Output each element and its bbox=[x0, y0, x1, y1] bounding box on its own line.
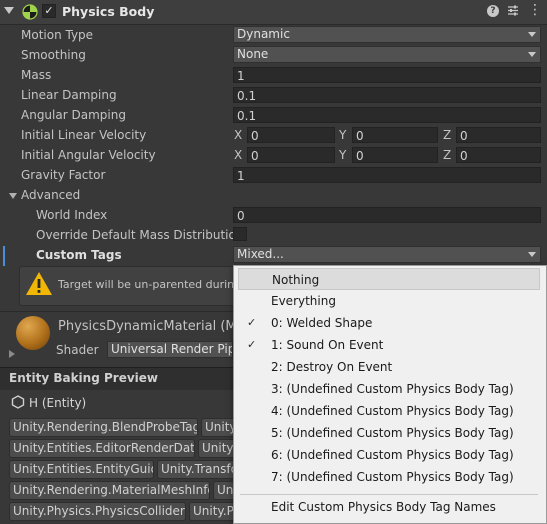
warning-text: Target will be un-parented during the bbox=[58, 278, 233, 291]
override-mass-label: Override Default Mass Distribution bbox=[36, 228, 244, 242]
smoothing-value: None bbox=[237, 47, 269, 61]
material-foldout-arrow-icon[interactable] bbox=[9, 350, 15, 358]
initial-angular-velocity-label: Initial Angular Velocity bbox=[21, 148, 156, 162]
component-tag[interactable]: Unity.Rendering.BlendProbeTag bbox=[9, 418, 198, 437]
override-mass-checkbox[interactable] bbox=[233, 227, 247, 241]
material-sphere-icon bbox=[16, 316, 50, 350]
initial-linear-velocity-label: Initial Linear Velocity bbox=[21, 128, 147, 142]
component-tag[interactable]: Unity.Entities.EditorRenderData bbox=[9, 439, 195, 458]
component-tag[interactable]: Unity.Entities.EntityGuid bbox=[9, 460, 154, 479]
linear-velocity-x-field[interactable]: 0 bbox=[247, 127, 335, 143]
component-tag[interactable]: Unity.Physics.PhysicsCollider bbox=[9, 502, 186, 521]
menu-item-edit-tag-names[interactable]: Edit Custom Physics Body Tag Names bbox=[234, 496, 544, 518]
component-title: Physics Body bbox=[62, 4, 155, 19]
angular-velocity-x-field[interactable]: 0 bbox=[247, 147, 335, 163]
context-menu-icon[interactable]: ⋮ bbox=[528, 3, 542, 17]
angular-velocity-z-field[interactable]: 0 bbox=[456, 147, 541, 163]
menu-item-nothing[interactable]: Nothing bbox=[238, 268, 540, 290]
menu-item-label: Everything bbox=[271, 294, 336, 308]
linear-damping-label: Linear Damping bbox=[21, 88, 117, 102]
menu-item-label: 1: Sound On Event bbox=[271, 338, 384, 352]
mass-field[interactable]: 1 bbox=[233, 67, 541, 83]
angular-velocity-y-field[interactable]: 0 bbox=[352, 147, 438, 163]
custom-tags-value: Mixed... bbox=[237, 247, 284, 261]
menu-item-label: 2: Destroy On Event bbox=[271, 360, 393, 374]
modified-indicator bbox=[3, 246, 5, 266]
warning-icon bbox=[25, 270, 53, 298]
component-tag[interactable]: Unity.Transfo bbox=[157, 460, 237, 479]
menu-item-label: 5: (Undefined Custom Physics Body Tag) bbox=[271, 426, 514, 440]
motion-type-label: Motion Type bbox=[21, 28, 94, 42]
linear-velocity-z-field[interactable]: 0 bbox=[456, 127, 541, 143]
menu-item-tag-5[interactable]: 5: (Undefined Custom Physics Body Tag) bbox=[234, 422, 544, 444]
menu-item-tag-0[interactable]: ✓ 0: Welded Shape bbox=[234, 312, 544, 334]
chevron-down-icon bbox=[528, 52, 536, 57]
component-tag[interactable]: Unity bbox=[201, 418, 237, 437]
component-tag[interactable]: Unity.P bbox=[189, 502, 237, 521]
chevron-down-icon bbox=[528, 252, 536, 257]
physics-body-icon bbox=[22, 4, 38, 20]
foldout-arrow-icon[interactable] bbox=[4, 7, 14, 14]
material-name: PhysicsDynamicMaterial (Ma bbox=[58, 319, 233, 334]
advanced-foldout-arrow-icon[interactable] bbox=[9, 193, 17, 199]
angular-damping-field[interactable]: 0.1 bbox=[233, 107, 541, 123]
preset-settings-icon[interactable] bbox=[507, 4, 519, 17]
smoothing-dropdown[interactable]: None bbox=[233, 46, 541, 63]
linear-damping-field[interactable]: 0.1 bbox=[233, 87, 541, 103]
menu-item-everything[interactable]: Everything bbox=[234, 290, 544, 312]
menu-item-tag-3[interactable]: 3: (Undefined Custom Physics Body Tag) bbox=[234, 378, 544, 400]
help-icon[interactable]: ? bbox=[487, 5, 499, 17]
entity-label: H (Entity) bbox=[29, 396, 87, 410]
x-axis-label: X bbox=[234, 128, 243, 142]
baking-preview-title: Entity Baking Preview bbox=[9, 371, 158, 385]
mass-label: Mass bbox=[21, 68, 52, 82]
component-tag[interactable]: Unity.Rendering.MaterialMeshInfo bbox=[9, 481, 210, 500]
entity-icon bbox=[11, 395, 25, 409]
menu-item-tag-6[interactable]: 6: (Undefined Custom Physics Body Tag) bbox=[234, 444, 544, 466]
angular-damping-label: Angular Damping bbox=[21, 108, 126, 122]
menu-item-tag-4[interactable]: 4: (Undefined Custom Physics Body Tag) bbox=[234, 400, 544, 422]
shader-label: Shader bbox=[56, 343, 99, 357]
menu-item-tag-7[interactable]: 7: (Undefined Custom Physics Body Tag) bbox=[234, 466, 544, 488]
advanced-foldout-label[interactable]: Advanced bbox=[21, 188, 80, 202]
world-index-field[interactable]: 0 bbox=[233, 207, 541, 223]
menu-item-label: Edit Custom Physics Body Tag Names bbox=[271, 500, 496, 514]
menu-item-label: 4: (Undefined Custom Physics Body Tag) bbox=[271, 404, 514, 418]
menu-item-label: Nothing bbox=[272, 273, 320, 287]
menu-separator bbox=[240, 494, 538, 495]
motion-type-value: Dynamic bbox=[237, 27, 290, 41]
y-axis-label: Y bbox=[339, 148, 347, 162]
enabled-checkbox[interactable]: ✓ bbox=[42, 4, 56, 18]
menu-item-label: 6: (Undefined Custom Physics Body Tag) bbox=[271, 448, 514, 462]
checkmark-icon: ✓ bbox=[247, 338, 257, 351]
menu-item-label: 7: (Undefined Custom Physics Body Tag) bbox=[271, 470, 514, 484]
component-tag[interactable]: Unity bbox=[198, 439, 237, 458]
custom-tags-dropdown[interactable]: Mixed... bbox=[233, 246, 541, 263]
shader-dropdown[interactable]: Universal Render Pipe bbox=[107, 341, 233, 358]
custom-tags-menu: Nothing Everything ✓ 0: Welded Shape ✓ 1… bbox=[233, 265, 547, 524]
x-axis-label: X bbox=[234, 148, 243, 162]
custom-tags-label: Custom Tags bbox=[36, 248, 122, 262]
menu-item-tag-2[interactable]: 2: Destroy On Event bbox=[234, 356, 544, 378]
menu-item-label: 3: (Undefined Custom Physics Body Tag) bbox=[271, 382, 514, 396]
menu-item-label: 0: Welded Shape bbox=[271, 316, 373, 330]
checkmark-icon: ✓ bbox=[247, 316, 257, 329]
gravity-factor-label: Gravity Factor bbox=[21, 168, 106, 182]
linear-velocity-y-field[interactable]: 0 bbox=[352, 127, 438, 143]
smoothing-label: Smoothing bbox=[21, 48, 86, 62]
menu-item-tag-1[interactable]: ✓ 1: Sound On Event bbox=[234, 334, 544, 356]
z-axis-label: Z bbox=[443, 128, 452, 142]
z-axis-label: Z bbox=[443, 148, 452, 162]
gravity-factor-field[interactable]: 1 bbox=[233, 167, 541, 183]
world-index-label: World Index bbox=[36, 208, 108, 222]
motion-type-dropdown[interactable]: Dynamic bbox=[233, 26, 541, 43]
y-axis-label: Y bbox=[339, 128, 347, 142]
chevron-down-icon bbox=[528, 32, 536, 37]
